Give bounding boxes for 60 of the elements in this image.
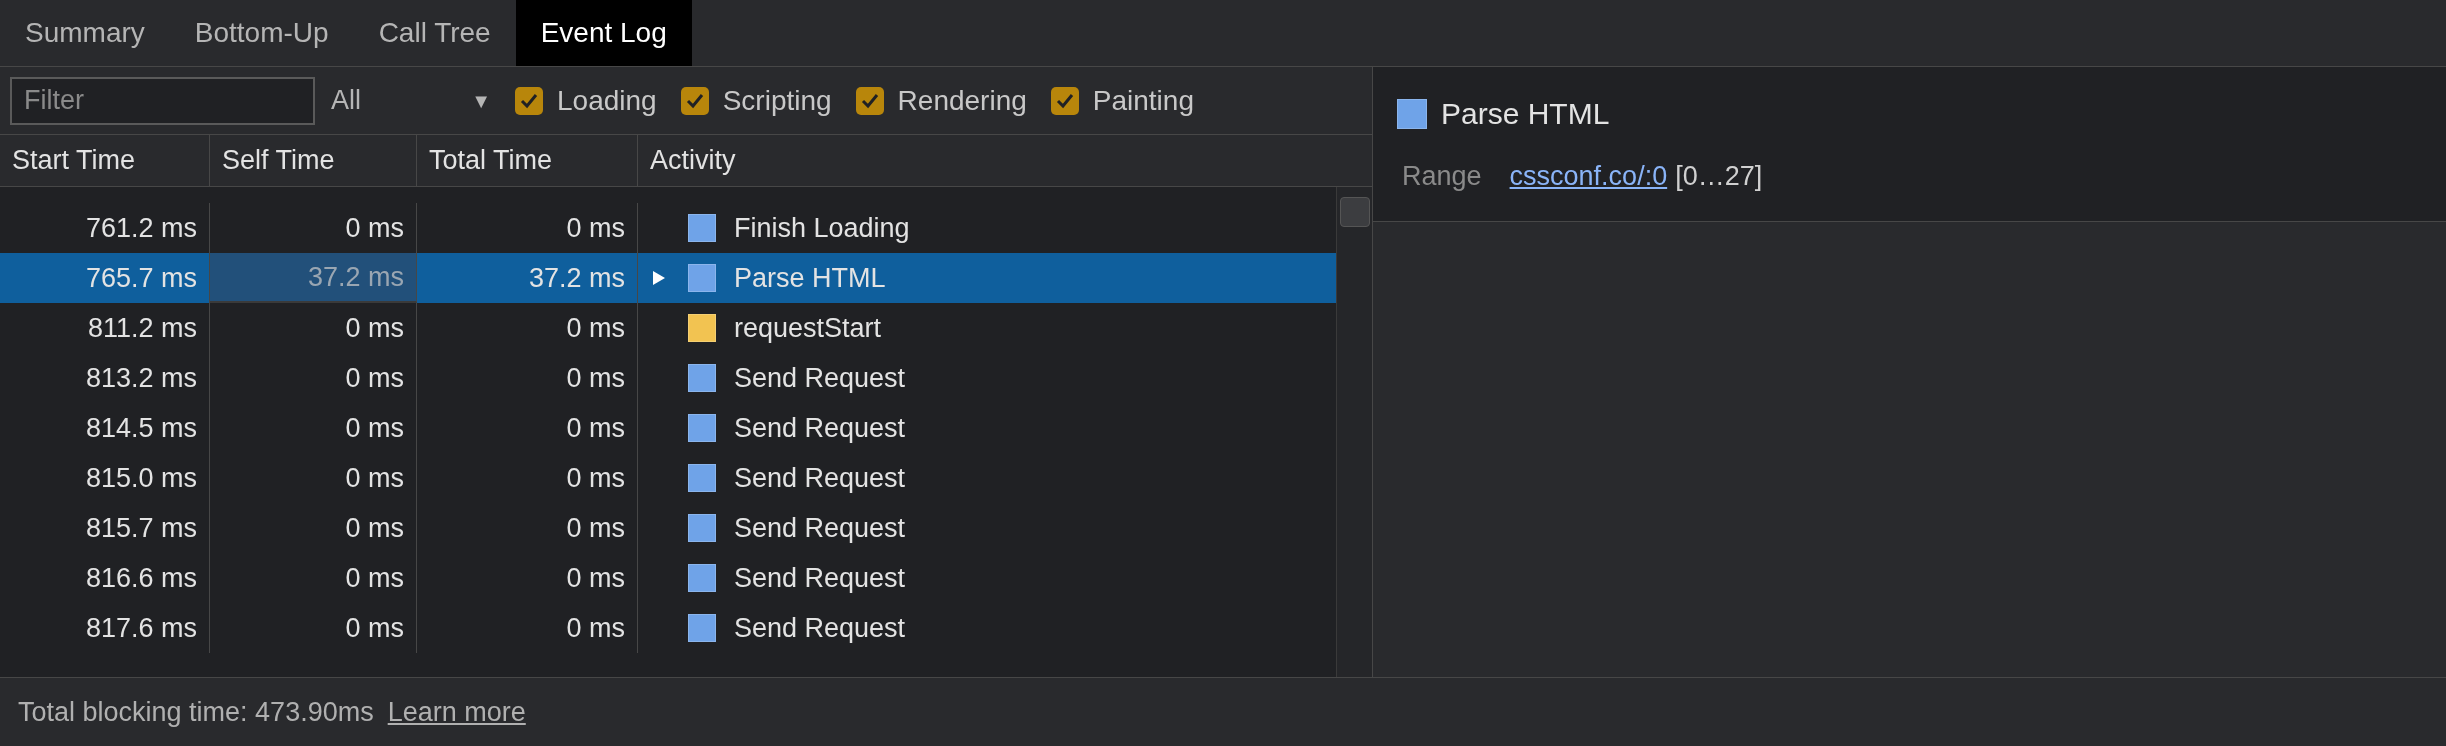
table-cell: 815.7 ms [0, 503, 210, 553]
learn-more-link[interactable]: Learn more [387, 691, 526, 733]
details-title: Parse HTML [1441, 96, 1610, 132]
table-cell: 37.2 ms [417, 253, 638, 303]
range-label: Range [1402, 160, 1482, 193]
table-cell: 0 ms [417, 303, 638, 353]
filter-field[interactable]: Filter [10, 76, 315, 125]
expand-arrow-icon[interactable] [652, 270, 666, 286]
checkbox[interactable] [855, 86, 884, 115]
table-cell: 815.0 ms [0, 453, 210, 503]
table-cell: 0 ms [210, 503, 417, 553]
scrollbar[interactable] [1336, 187, 1372, 677]
table-cell: 0 ms [210, 303, 417, 353]
table-cell: 37.2 ms [210, 253, 417, 303]
activity-label: Send Request [734, 511, 906, 545]
activity-label: requestStart [734, 311, 882, 345]
column-header[interactable]: Self Time [210, 135, 417, 186]
table-cell: 0 ms [417, 403, 638, 453]
table-cell: 0 ms [210, 603, 417, 653]
table-cell: 0 ms [210, 353, 417, 403]
tab[interactable]: Call Tree [353, 0, 516, 66]
table-cell: 0 ms [417, 503, 638, 553]
range-value: [0…27] [1675, 160, 1763, 193]
activity-label: Send Request [734, 461, 906, 495]
blocking-time-text: Total blocking time: 473.90ms [18, 695, 374, 729]
table-cell: 811.2 ms [0, 303, 210, 353]
activity-label: Send Request [734, 411, 906, 445]
activity-label: Parse HTML [734, 261, 886, 295]
table-cell: 0 ms [417, 353, 638, 403]
table-cell: 0 ms [210, 403, 417, 453]
tab[interactable]: Summary [0, 0, 170, 66]
source-link[interactable]: cssconf.co/:0 [1509, 156, 1668, 197]
column-header[interactable]: Total Time [417, 135, 638, 186]
table-cell: 817.6 ms [0, 603, 210, 653]
scrollbar-thumb[interactable] [1339, 197, 1370, 227]
tab[interactable]: Event Log [515, 0, 692, 66]
checkbox[interactable] [515, 86, 543, 115]
level-dropdown[interactable]: All ▼ [331, 80, 491, 121]
table-cell: 814.5 ms [0, 403, 210, 453]
activity-label: Finish Loading [734, 211, 910, 245]
table-cell: 0 ms [210, 453, 417, 503]
table-cell: 813.2 ms [0, 353, 210, 403]
checkbox-label: Painting [1092, 83, 1194, 118]
column-header[interactable]: Start Time [0, 135, 210, 186]
checkbox-label: Loading [557, 83, 657, 118]
activity-label: Send Request [734, 361, 906, 395]
column-header[interactable]: Activity [638, 135, 1372, 186]
table-cell: 0 ms [417, 553, 638, 603]
table-cell: 0 ms [417, 603, 638, 653]
activity-label: Send Request [734, 611, 906, 645]
checkbox-label: Rendering [897, 83, 1027, 118]
checkbox[interactable] [680, 86, 709, 115]
checkbox[interactable] [1050, 86, 1079, 115]
table-cell: 0 ms [417, 453, 638, 503]
checkbox-label: Scripting [722, 83, 832, 118]
table-cell: 816.6 ms [0, 553, 210, 603]
table-cell: 0 ms [210, 553, 417, 603]
activity-label: Send Request [734, 561, 906, 595]
table-row[interactable]: 765.7 ms 37.2 ms 37.2 ms Parse HTML [0, 253, 1336, 303]
tab[interactable]: Bottom-Up [169, 0, 354, 66]
